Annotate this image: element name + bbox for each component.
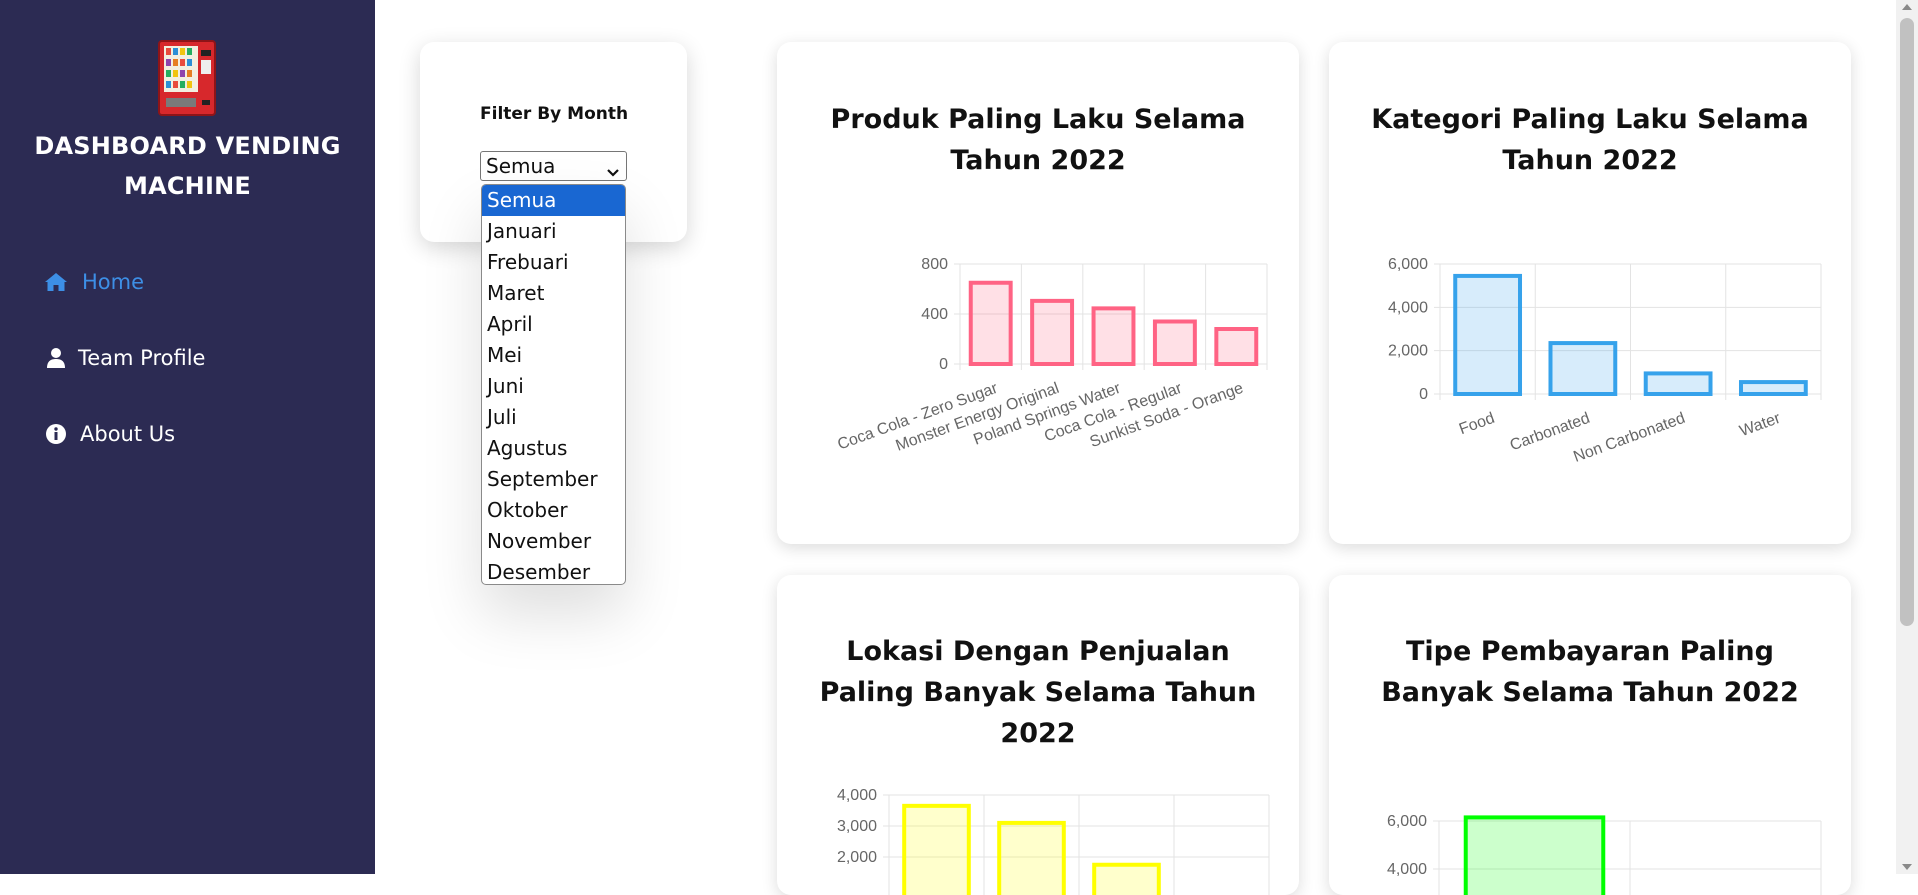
scrollbar-thumb[interactable] [1900,18,1914,626]
y-tick-label: 2,000 [837,849,877,866]
y-tick-label: 6,000 [1388,256,1428,273]
app-title: DASHBOARD VENDING MACHINE [34,132,341,200]
y-tick-label: 800 [921,256,948,273]
y-tick-label: 0 [1419,386,1428,403]
month-option[interactable]: Desember [482,557,625,584]
month-dropdown-list: Semua Januari Frebuari Maret April Mei J… [481,184,626,585]
bar[interactable] [1092,862,1161,895]
scroll-up-arrow-icon[interactable] [1902,4,1912,10]
month-option[interactable]: Juli [482,402,625,433]
sidebar: DASHBOARD VENDING MACHINE Home Team Prof… [0,0,375,874]
bar[interactable] [1453,273,1523,397]
nav-item-team-profile[interactable]: Team Profile [44,341,205,375]
month-option[interactable]: Mei [482,340,625,371]
bar-chart-payment-types: 4,000 6,000 [1387,813,1822,895]
chart-card-products: Produk Paling Laku Selama Tahun 2022 0 40… [777,42,1299,544]
bar-chart-locations: 2,000 3,000 4,000 [837,787,1270,895]
month-option[interactable]: Juni [482,371,625,402]
home-icon [44,270,68,294]
month-option[interactable]: Oktober [482,495,625,526]
user-icon [44,346,68,370]
bar[interactable] [902,803,971,895]
y-tick-label: 0 [939,356,948,373]
bar[interactable] [1030,298,1075,366]
y-tick-label: 2,000 [1388,343,1428,360]
y-tick-label: 4,000 [837,787,877,804]
bar[interactable] [1548,341,1618,397]
chart-card-locations: Lokasi Dengan Penjualan Paling Banyak Se… [777,575,1299,895]
nav-label-about-us: About Us [80,422,176,446]
month-option[interactable]: September [482,464,625,495]
bar[interactable] [1463,815,1606,895]
scroll-down-arrow-icon[interactable] [1902,864,1912,870]
nav-item-home[interactable]: Home [44,265,144,299]
nav-label-home: Home [82,270,145,294]
month-option[interactable]: April [482,309,625,340]
month-option[interactable]: Agustus [482,433,625,464]
month-option[interactable]: Frebuari [482,247,625,278]
chevron-down-icon [606,159,620,177]
chart-card-payment-types: Tipe Pembayaran Paling Banyak Selama Tah… [1329,575,1851,895]
y-tick-label: 4,000 [1387,861,1427,878]
month-select[interactable]: Semua [480,151,627,181]
y-tick-label: 6,000 [1387,813,1427,830]
y-tick-label: 400 [921,306,948,323]
bar-chart-products: 0400800Coca Cola - Zero SugarMonster Ene… [835,256,1268,455]
month-option[interactable]: Maret [482,278,625,309]
bar[interactable] [1214,327,1259,366]
bar[interactable] [1152,319,1197,366]
bar[interactable] [1738,380,1808,397]
month-option[interactable]: Januari [482,216,625,247]
x-tick-label: Food [1457,410,1497,438]
x-tick-label: Water [1737,410,1783,441]
vending-machine-icon [158,40,216,116]
nav-item-about-us[interactable]: About Us [44,417,175,451]
month-option[interactable]: November [482,526,625,557]
filter-label: Filter By Month [480,104,629,124]
y-tick-label: 3,000 [837,818,877,835]
chart-card-categories: Kategori Paling Laku Selama Tahun 2022 0… [1329,42,1851,544]
nav-label-team-profile: Team Profile [78,346,206,370]
bar[interactable] [1643,371,1713,396]
page-scrollbar[interactable] [1896,0,1918,874]
bar[interactable] [1091,306,1136,366]
info-icon [44,422,68,446]
y-tick-label: 4,000 [1388,299,1428,316]
month-option[interactable]: Semua [482,185,625,216]
bar[interactable] [997,820,1066,895]
bar-chart-categories: 02,0004,0006,000Food CarbonatedNon Carbon… [1388,256,1822,466]
bar[interactable] [968,280,1013,366]
month-select-value: Semua [486,154,556,178]
